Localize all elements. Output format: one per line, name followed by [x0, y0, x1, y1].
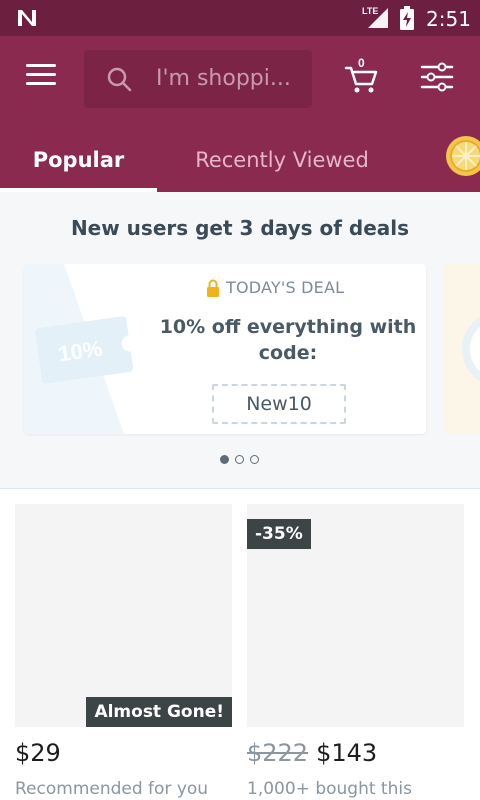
product-image[interactable]: Almost Gone!: [15, 504, 232, 727]
carousel-dot[interactable]: [235, 455, 244, 464]
cart-button[interactable]: 0: [344, 56, 378, 94]
promo-title: New users get 3 days of deals: [70, 216, 410, 240]
product-price: $29: [15, 739, 61, 767]
next-deal-art: [462, 316, 480, 382]
signal-icon: [368, 8, 388, 28]
search-icon: [107, 67, 132, 92]
product-image[interactable]: -35%: [247, 504, 464, 727]
carousel-dot[interactable]: [220, 455, 229, 464]
next-deal-card[interactable]: [444, 264, 480, 434]
discount-badge: -35%: [247, 519, 311, 549]
original-price: $222: [247, 739, 309, 767]
carousel-indicator: [220, 455, 259, 464]
ticket-illustration: 10%: [24, 264, 138, 434]
status-bar: LTE 2:51: [0, 0, 480, 36]
carousel-dot[interactable]: [250, 455, 259, 464]
cart-count: 0: [358, 56, 365, 70]
search-bar[interactable]: I'm shoppi...: [84, 50, 312, 108]
lock-icon: [207, 279, 219, 297]
battery-charging-icon: [400, 6, 414, 30]
deal-label: TODAY'S DEAL: [226, 278, 345, 297]
price-row: $29: [15, 739, 232, 767]
product-card[interactable]: Almost Gone! $29 Recommended for you: [15, 504, 232, 799]
notification-n-icon: [18, 10, 36, 26]
filter-button[interactable]: [420, 62, 454, 92]
product-subtitle: Recommended for you: [15, 779, 209, 799]
app-bar: I'm shoppi... 0 Popular Recently Viewed: [0, 36, 480, 192]
tab-bar: Popular Recently Viewed: [0, 128, 480, 192]
product-card[interactable]: -35% $222 $143 1,000+ bought this: [247, 504, 464, 799]
promo-section: New users get 3 days of deals 10% TODAY'…: [0, 192, 480, 488]
promo-code[interactable]: New10: [212, 384, 346, 424]
tab-recently-viewed[interactable]: Recently Viewed: [157, 128, 407, 192]
product-price: $143: [316, 739, 378, 767]
search-input[interactable]: I'm shoppi...: [156, 66, 306, 91]
price-row: $222 $143: [247, 739, 464, 767]
menu-icon[interactable]: [26, 64, 58, 92]
filter-icon: [420, 62, 454, 92]
almost-gone-badge: Almost Gone!: [86, 697, 232, 727]
coin-icon[interactable]: [444, 134, 480, 178]
deal-label-row: TODAY'S DEAL: [206, 278, 344, 297]
deal-card[interactable]: 10% TODAY'S DEAL 10% off everything with…: [24, 264, 426, 434]
product-subtitle: 1,000+ bought this: [247, 779, 412, 799]
clock: 2:51: [426, 7, 471, 31]
tab-popular[interactable]: Popular: [0, 128, 157, 192]
section-divider: [0, 488, 480, 489]
deal-description: 10% off everything with code:: [159, 316, 417, 364]
